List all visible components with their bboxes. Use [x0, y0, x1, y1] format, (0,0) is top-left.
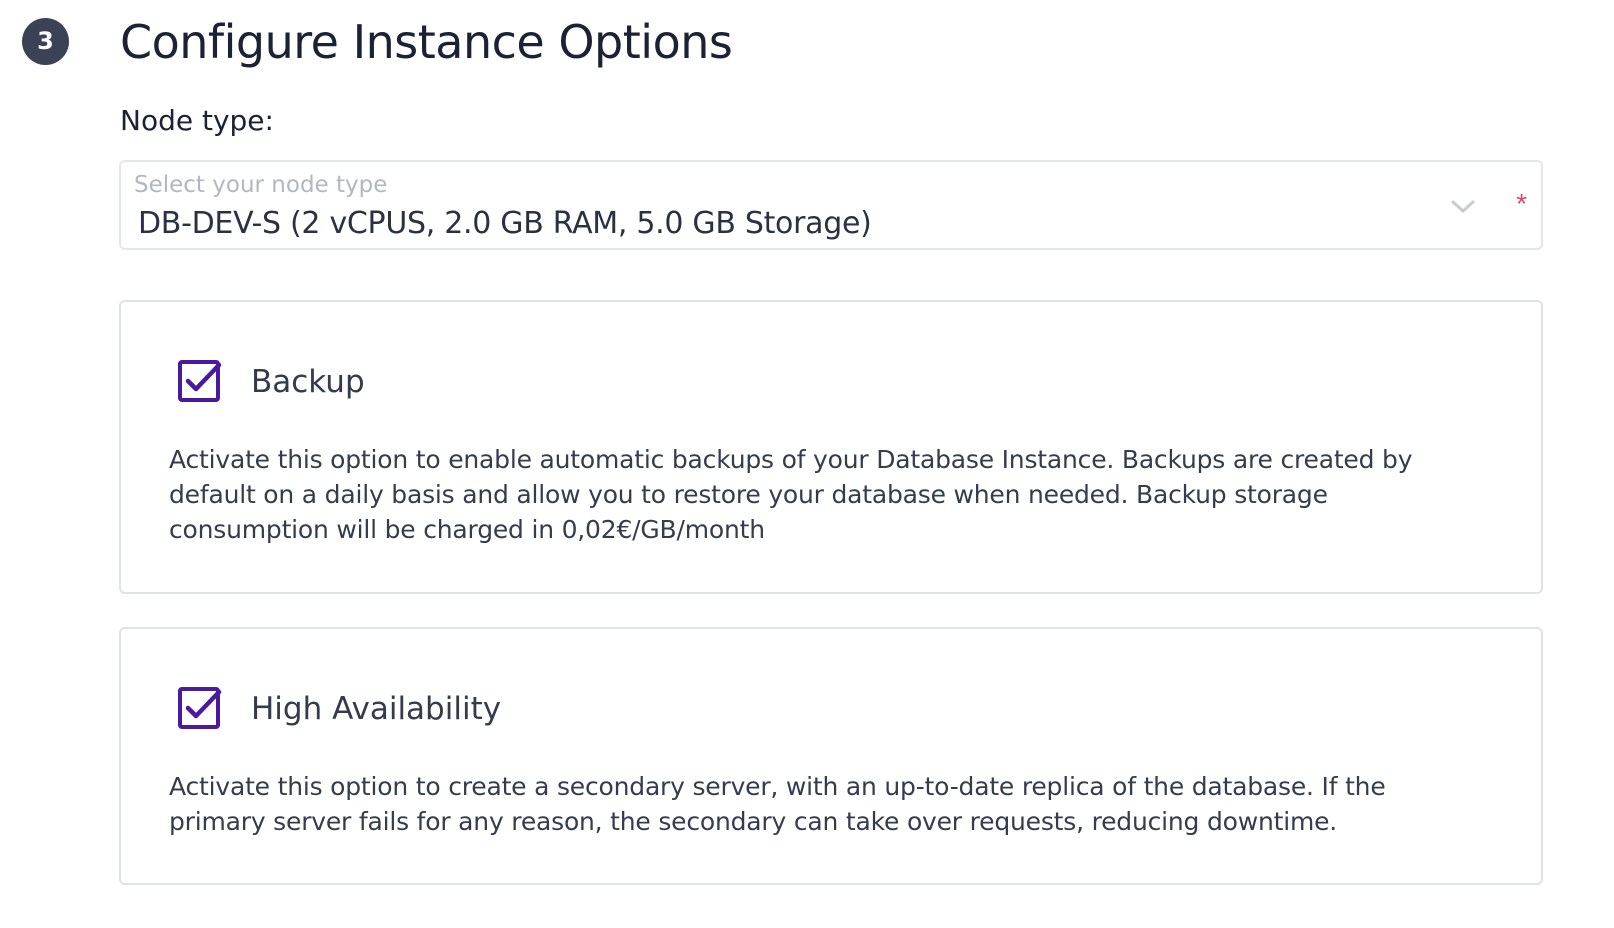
high-availability-option-title: High Availability: [251, 691, 502, 727]
chevron-down-icon[interactable]: [1449, 192, 1477, 220]
node-type-placeholder: Select your node type: [134, 172, 388, 198]
node-type-selected-value: DB-DEV-S (2 vCPUS, 2.0 GB RAM, 5.0 GB St…: [138, 206, 872, 241]
page-title: Configure Instance Options: [120, 15, 733, 69]
node-type-select[interactable]: Select your node type DB-DEV-S (2 vCPUS,…: [119, 160, 1543, 250]
checkbox-checked-icon[interactable]: [177, 359, 223, 405]
backup-option-card: Backup Activate this option to enable au…: [119, 300, 1543, 594]
high-availability-option-toggle[interactable]: High Availability: [177, 685, 501, 733]
high-availability-option-card: High Availability Activate this option t…: [119, 627, 1543, 885]
backup-option-toggle[interactable]: Backup: [177, 358, 365, 406]
high-availability-option-description: Activate this option to create a seconda…: [169, 772, 1386, 836]
step-number-badge: 3: [22, 18, 69, 65]
node-type-label: Node type:: [120, 104, 274, 137]
checkbox-checked-icon[interactable]: [177, 686, 223, 732]
backup-option-description: Activate this option to enable automatic…: [169, 445, 1413, 544]
backup-option-title: Backup: [251, 364, 365, 400]
required-marker: *: [1516, 188, 1527, 219]
